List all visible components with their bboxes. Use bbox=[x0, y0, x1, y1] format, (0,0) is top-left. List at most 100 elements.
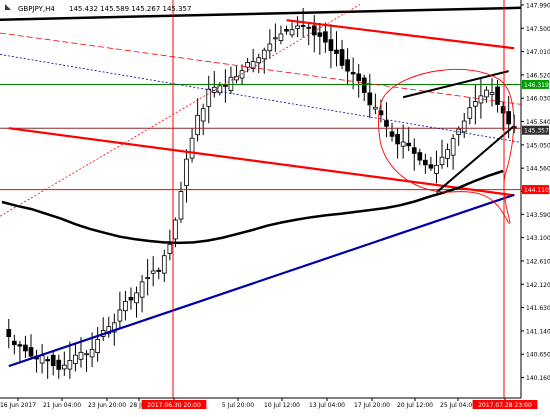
candle-body bbox=[61, 364, 67, 370]
candle-body bbox=[117, 309, 123, 322]
candle-body bbox=[189, 137, 195, 159]
candle-body bbox=[317, 32, 323, 37]
candle-body bbox=[489, 92, 495, 95]
candle-body bbox=[161, 255, 167, 274]
candle-body bbox=[373, 106, 378, 110]
candle-body bbox=[472, 101, 478, 107]
candle-body bbox=[67, 360, 73, 370]
candle-body bbox=[495, 86, 500, 105]
candle-body bbox=[11, 340, 17, 346]
candle-body bbox=[178, 191, 184, 220]
candle-body bbox=[56, 359, 62, 370]
candle-body bbox=[484, 89, 489, 98]
x-tick-label: 23 Jun 20:00 bbox=[88, 402, 126, 409]
candle-body bbox=[384, 120, 389, 127]
y-tick-label: 147.990 bbox=[526, 2, 550, 9]
x-tick-label: 17 Jul 20:00 bbox=[354, 402, 390, 409]
y-tick-label: 147.500 bbox=[526, 26, 550, 33]
candle-body bbox=[417, 152, 423, 161]
x-tick-label: 5 Jul 20:00 bbox=[222, 402, 254, 409]
candle-body bbox=[195, 114, 200, 136]
candle-body bbox=[323, 31, 328, 43]
candle-body bbox=[134, 292, 139, 304]
candle-body bbox=[206, 88, 212, 107]
candle-body bbox=[411, 147, 417, 154]
candle-body bbox=[45, 359, 51, 362]
candle-body bbox=[6, 329, 12, 338]
candle-body bbox=[334, 49, 339, 54]
candle-body bbox=[345, 59, 350, 72]
candle-body bbox=[267, 43, 273, 52]
y-tick-label: 140.650 bbox=[526, 352, 550, 359]
candle-body bbox=[278, 33, 284, 41]
candle-body bbox=[123, 301, 128, 312]
price-tag-label: 146.319 bbox=[524, 82, 549, 89]
price-tag-label: 145.357 bbox=[524, 128, 549, 135]
y-tick-label: 143.590 bbox=[526, 212, 550, 219]
y-tick-label: 145.540 bbox=[526, 119, 550, 126]
candle-body bbox=[300, 25, 306, 27]
candle-body bbox=[145, 277, 150, 280]
candle-body bbox=[167, 243, 173, 254]
candle-body bbox=[23, 344, 28, 352]
candle-body bbox=[395, 134, 400, 145]
candle-body bbox=[400, 141, 406, 147]
candle-body bbox=[439, 156, 445, 166]
candle-body bbox=[17, 344, 23, 347]
candle-body bbox=[239, 70, 245, 79]
candle-body bbox=[306, 26, 312, 29]
candle-body bbox=[389, 131, 395, 137]
candle-body bbox=[84, 353, 89, 356]
x-tick-label: 25 Jul 04:00 bbox=[440, 402, 476, 409]
candle-body bbox=[261, 49, 267, 60]
ohlc-label: 145.432 145.589 145.267 145.357 bbox=[69, 5, 191, 13]
y-tick-label: 146.030 bbox=[526, 96, 550, 103]
candle-body bbox=[467, 107, 473, 119]
candle-body bbox=[50, 354, 56, 367]
x-tick-label: 20 Jul 12:00 bbox=[397, 402, 433, 409]
candle-body bbox=[445, 149, 450, 159]
x-tick-label: 21 Jun 04:00 bbox=[43, 402, 81, 409]
candle-body bbox=[156, 269, 162, 272]
candle-body bbox=[311, 25, 317, 36]
y-tick-label: 146.520 bbox=[526, 72, 550, 79]
candle-body bbox=[328, 39, 334, 52]
candle-body bbox=[273, 37, 278, 40]
x-tick-label: 2017.07.28 23:00 bbox=[478, 402, 532, 409]
candle-body bbox=[73, 354, 78, 364]
candle-body bbox=[295, 25, 300, 29]
x-tick-label: 13 Jul 04:00 bbox=[309, 402, 345, 409]
candle-body bbox=[128, 296, 134, 301]
candle-body bbox=[150, 270, 156, 274]
candle-body bbox=[39, 355, 45, 364]
candle-body bbox=[78, 351, 84, 360]
candle-body bbox=[289, 29, 295, 36]
candle-body bbox=[28, 347, 34, 357]
candle-body bbox=[256, 57, 262, 64]
candle-body bbox=[223, 85, 228, 87]
price-chart[interactable]: 147.990 147.500 147.010 146.520 146.030 145.5… bbox=[0, 0, 550, 413]
y-tick-label: 143.100 bbox=[526, 235, 550, 242]
x-tick-label: 16 Jun 2017 bbox=[0, 402, 36, 409]
candle-body bbox=[184, 158, 189, 187]
candle-body bbox=[461, 120, 467, 133]
y-tick-label: 141.630 bbox=[526, 305, 550, 312]
price-tag-label: 144.110 bbox=[524, 187, 549, 194]
y-tick-label: 142.610 bbox=[526, 258, 550, 265]
candle-body bbox=[428, 164, 434, 169]
candle-body bbox=[350, 71, 356, 75]
y-tick-label: 144.560 bbox=[526, 166, 550, 173]
candle-body bbox=[423, 159, 428, 166]
candle-body bbox=[506, 111, 512, 125]
x-tick-label: 2017.06.30 20:00 bbox=[147, 402, 201, 409]
chart-window[interactable]: 147.990 147.500 147.010 146.520 146.030 145.5… bbox=[0, 0, 550, 413]
candle-body bbox=[450, 138, 456, 156]
candle-body bbox=[139, 281, 145, 298]
y-tick-label: 145.050 bbox=[526, 142, 550, 149]
x-tick-label: 10 Jul 12:00 bbox=[264, 402, 300, 409]
symbol-label: GBPJPY,H4 bbox=[18, 5, 55, 13]
y-tick-label: 142.120 bbox=[526, 282, 550, 289]
y-tick-label: 140.160 bbox=[526, 375, 550, 382]
y-tick-label: 141.140 bbox=[526, 328, 550, 335]
candle-body bbox=[89, 349, 95, 358]
